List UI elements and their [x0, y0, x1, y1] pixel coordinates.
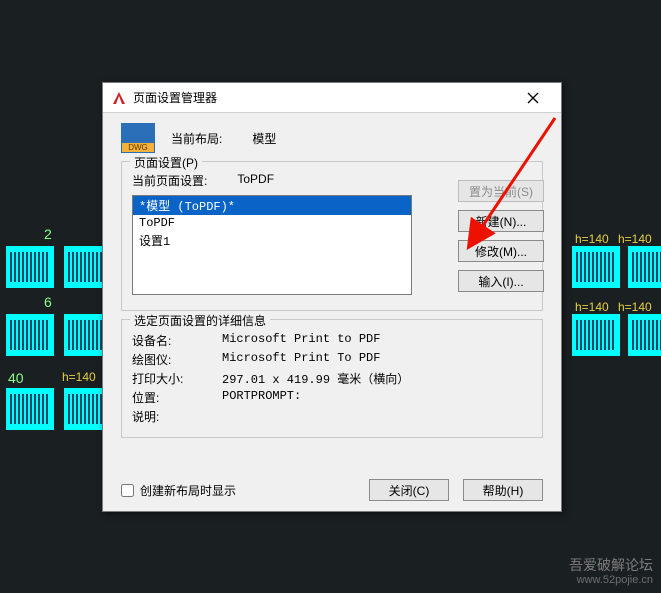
cad-thumbnail	[6, 314, 54, 356]
row-label: 40	[8, 370, 24, 386]
device-name-value: Microsoft Print to PDF	[222, 332, 532, 349]
current-layout-label: 当前布局:	[171, 130, 222, 147]
row-label: 2	[44, 226, 52, 242]
device-name-label: 设备名:	[132, 332, 222, 349]
current-layout-value: 模型	[252, 130, 276, 147]
description-value	[222, 408, 532, 425]
current-page-setup-value: ToPDF	[237, 172, 274, 189]
list-item[interactable]: 设置1	[133, 231, 411, 250]
watermark-line1: 吾爱破解论坛	[569, 557, 653, 574]
h-label: h=140	[618, 300, 652, 314]
row-label: 6	[44, 294, 52, 310]
dwg-file-icon	[121, 123, 155, 153]
description-label: 说明:	[132, 408, 222, 425]
details-group: 选定页面设置的详细信息 设备名:Microsoft Print to PDF 绘…	[121, 319, 543, 438]
list-item[interactable]: ToPDF	[133, 215, 411, 231]
checkbox-input[interactable]	[121, 484, 134, 497]
location-value: PORTPROMPT:	[222, 389, 532, 406]
cad-thumbnail	[628, 246, 661, 288]
autocad-app-icon	[111, 90, 127, 106]
cad-thumbnail	[628, 314, 661, 356]
dialog-titlebar[interactable]: 页面设置管理器	[103, 83, 561, 113]
checkbox-label: 创建新布局时显示	[140, 482, 236, 499]
modify-button[interactable]: 修改(M)...	[458, 240, 544, 262]
cad-thumbnail	[6, 246, 54, 288]
show-on-new-layout-checkbox[interactable]: 创建新布局时显示	[121, 482, 236, 499]
import-button[interactable]: 输入(I)...	[458, 270, 544, 292]
plotter-value: Microsoft Print To PDF	[222, 351, 532, 368]
h-label: h=140	[575, 232, 609, 246]
cad-thumbnail	[572, 246, 620, 288]
page-setup-listbox[interactable]: *模型 (ToPDF)* ToPDF 设置1	[132, 195, 412, 295]
cad-thumbnail	[572, 314, 620, 356]
watermark: 吾爱破解论坛 www.52pojie.cn	[569, 557, 653, 587]
page-setup-manager-dialog: 页面设置管理器 当前布局: 模型 页面设置(P) 当前页面设置: ToPDF *…	[102, 82, 562, 512]
h-label: h=140	[618, 232, 652, 246]
print-size-label: 打印大小:	[132, 370, 222, 387]
page-setup-group: 页面设置(P) 当前页面设置: ToPDF *模型 (ToPDF)* ToPDF…	[121, 161, 543, 311]
help-button[interactable]: 帮助(H)	[463, 479, 543, 501]
watermark-line2: www.52pojie.cn	[569, 574, 653, 587]
close-button[interactable]	[513, 84, 553, 112]
dialog-title: 页面设置管理器	[133, 89, 513, 106]
print-size-value: 297.01 x 419.99 毫米（横向）	[222, 370, 532, 387]
list-item[interactable]: *模型 (ToPDF)*	[133, 196, 411, 215]
current-page-setup-label: 当前页面设置:	[132, 172, 207, 189]
h-label: h=140	[575, 300, 609, 314]
location-label: 位置:	[132, 389, 222, 406]
group-title: 页面设置(P)	[130, 154, 202, 171]
new-button[interactable]: 新建(N)...	[458, 210, 544, 232]
cad-thumbnail	[6, 388, 54, 430]
plotter-label: 绘图仪:	[132, 351, 222, 368]
close-dialog-button[interactable]: 关闭(C)	[369, 479, 449, 501]
details-group-title: 选定页面设置的详细信息	[130, 312, 270, 329]
set-current-button[interactable]: 置为当前(S)	[458, 180, 544, 202]
h-label: h=140	[62, 370, 96, 384]
